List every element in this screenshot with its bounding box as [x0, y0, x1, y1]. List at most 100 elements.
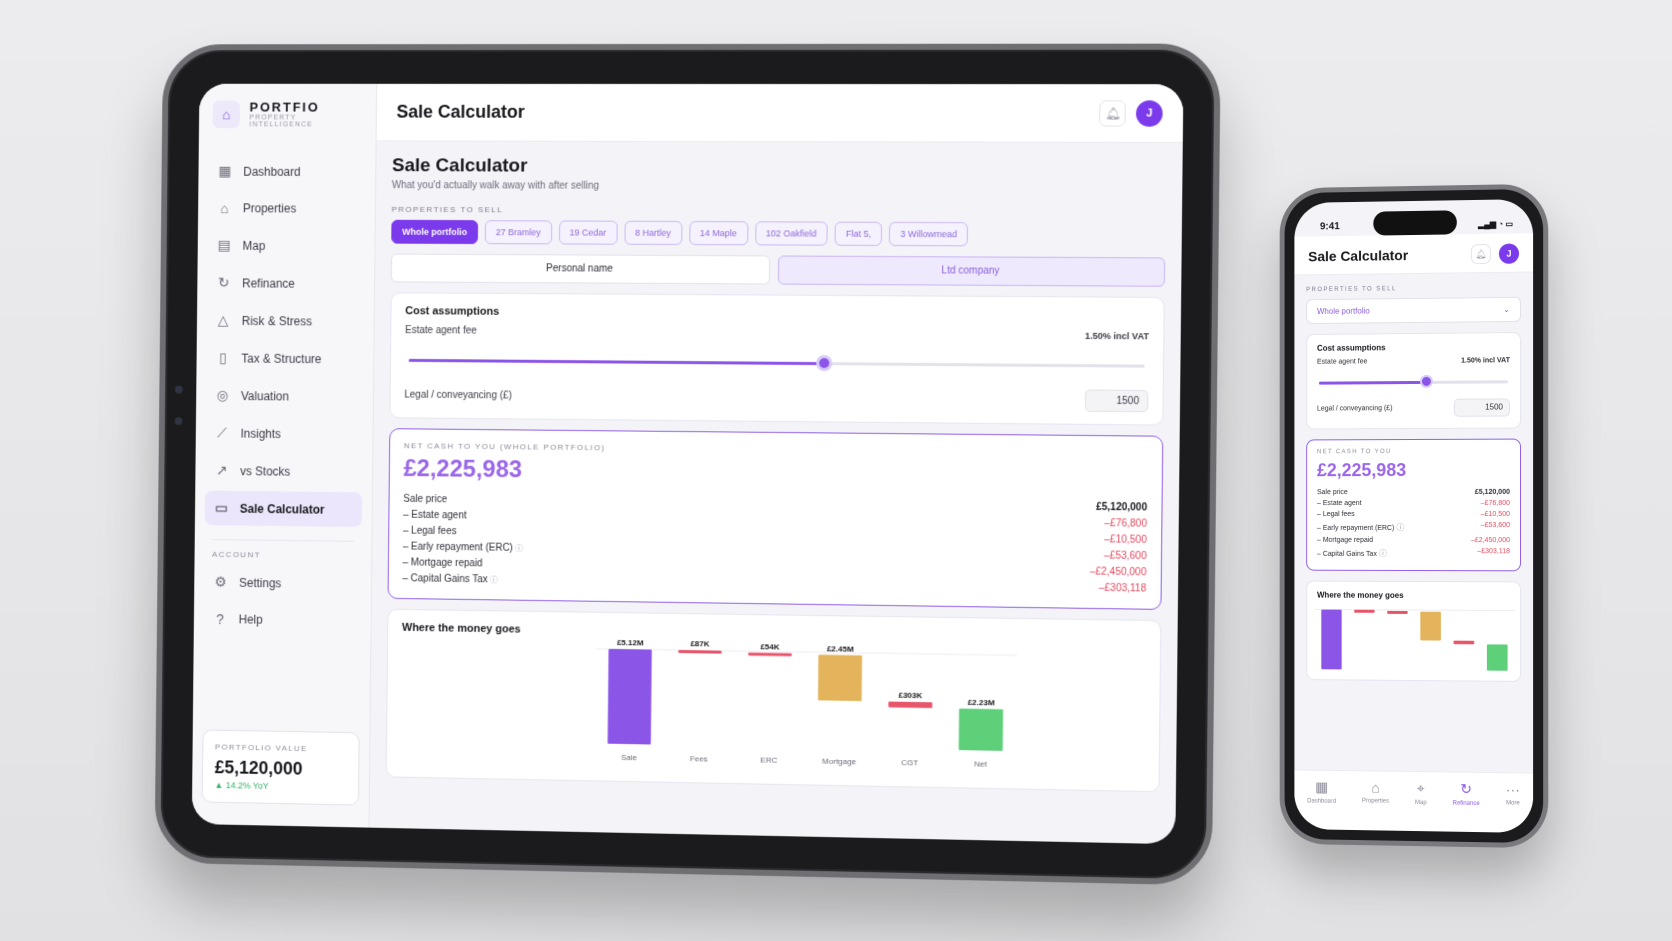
- tab-more[interactable]: ··· More: [1506, 781, 1520, 832]
- properties-label: PROPERTIES TO SELL: [1306, 286, 1397, 294]
- phone-device: 9:41 ▂▄▆ ◔ ▭ Sale Calculator 🔔︎ J PROPER…: [1279, 183, 1549, 849]
- slider-fill: [1318, 380, 1427, 385]
- bell-icon[interactable]: 🔔︎: [1470, 243, 1491, 265]
- breakdown-value: –£303,118: [1477, 548, 1510, 556]
- bar-value-label: £5.12M: [617, 638, 644, 647]
- bar-sale[interactable]: [1321, 609, 1342, 670]
- legal-input[interactable]: 1500: [1084, 389, 1149, 413]
- map-icon: ▤: [217, 236, 231, 253]
- tab-map[interactable]: ⌖ Map: [1415, 780, 1427, 831]
- bell-icon[interactable]: 🔔︎: [1099, 99, 1126, 127]
- info-icon[interactable]: ⓘ: [513, 543, 523, 552]
- property-chip[interactable]: 27 Bramley: [484, 220, 552, 245]
- bar-sale[interactable]: [607, 648, 652, 745]
- sidebar-item-properties[interactable]: ⌂ Properties: [208, 191, 366, 225]
- bar-mortgage[interactable]: [1420, 611, 1441, 641]
- net-cash-card: NET CASH TO YOU (WHOLE PORTFOLIO) £2,225…: [387, 428, 1164, 610]
- sidebar-nav: ▦ Dashboard ⌂ Properties ▤ Map ↻ Refinance △ Risk…: [204, 154, 366, 528]
- property-chip[interactable]: Flat 5,: [834, 221, 883, 246]
- bar-erc[interactable]: [748, 652, 792, 657]
- breakdown-value: –£10,500: [1104, 533, 1147, 546]
- property-chip[interactable]: 102 Oakfield: [754, 221, 828, 246]
- bank-icon: ⌂: [212, 100, 240, 128]
- agent-fee-value: 1.50% incl VAT: [1084, 330, 1150, 341]
- tab-dashboard[interactable]: ▦ Dashboard: [1307, 779, 1336, 830]
- sidebar-item-sale-calculator[interactable]: ▭ Sale Calculator: [204, 490, 363, 528]
- bar-mortgage[interactable]: [817, 654, 863, 702]
- ltd-company-option[interactable]: Ltd company: [777, 255, 1166, 287]
- dynamic-island: [1373, 210, 1457, 236]
- breakdown-label: – Capital Gains Tax: [402, 572, 488, 585]
- phone-screen: 9:41 ▂▄▆ ◔ ▭ Sale Calculator 🔔︎ J PROPER…: [1294, 199, 1534, 833]
- portfolio-value-card: PORTFOLIO VALUE £5,120,000 ▲ 14.2% YoY: [201, 729, 360, 806]
- property-chip[interactable]: Whole portfolio: [391, 219, 479, 245]
- legal-input[interactable]: 1500: [1453, 398, 1510, 417]
- slider-thumb[interactable]: [816, 355, 833, 372]
- breakdown-label: Sale price: [403, 493, 448, 505]
- sidebar-item-help[interactable]: ? Help: [203, 602, 361, 638]
- camera-dot: [174, 417, 183, 426]
- sidebar-item-valuation[interactable]: ◎ Valuation: [206, 378, 364, 414]
- avatar[interactable]: J: [1135, 99, 1163, 127]
- breakdown-lines: Sale price £5,120,000 – Estate agent –£76,8…: [1317, 487, 1510, 561]
- sidebar-item-map[interactable]: ▤ Map: [207, 228, 365, 263]
- sidebar-item-risk-stress[interactable]: △ Risk & Stress: [207, 303, 365, 339]
- signal-wifi-battery-icon: ▂▄▆ ◔ ▭: [1478, 218, 1513, 229]
- chart-card: Where the money goes £5.12M Sale £87K Fees £…: [385, 608, 1162, 793]
- breakdown-label-wrap: – Capital Gains Tax ⓘ: [402, 573, 497, 585]
- sidebar-item-settings[interactable]: ⚙ Settings: [204, 565, 362, 602]
- camera-dot: [174, 385, 183, 394]
- breakdown-line: – Capital Gains Tax ⓘ –£303,118: [1317, 546, 1510, 561]
- bar-net[interactable]: [1486, 644, 1508, 671]
- sidebar-item-vs-stocks[interactable]: ↗ vs Stocks: [205, 453, 363, 489]
- agent-fee-slider[interactable]: [1318, 372, 1508, 391]
- bar-net[interactable]: [958, 708, 1004, 751]
- waterfall-chart: £5.12M Sale £87K Fees £54K ERC £2.45M Mortgage £…: [594, 638, 1068, 769]
- category-label: ERC: [760, 755, 777, 764]
- property-select[interactable]: Whole portfolio ⌄: [1306, 296, 1522, 325]
- bar-value-label: £54K: [760, 642, 780, 651]
- property-chip[interactable]: 14 Maple: [688, 221, 749, 246]
- breakdown-value: –£53,600: [1104, 549, 1147, 562]
- chart-gridline: [595, 649, 1017, 656]
- info-icon[interactable]: ⓘ: [1394, 523, 1405, 532]
- bar-value-label: £87K: [690, 639, 709, 648]
- category-label: CGT: [901, 758, 918, 767]
- sidebar-item-dashboard[interactable]: ▦ Dashboard: [208, 154, 366, 189]
- portfolio-change: ▲ 14.2% YoY: [214, 780, 269, 791]
- sidebar-item-label: Help: [238, 612, 263, 627]
- brand[interactable]: ⌂ PORTFIO PROPERTY INTELLIGENCE: [212, 100, 363, 129]
- ownership-toggle: Personal name Ltd company: [390, 253, 1166, 287]
- breakdown-label: Sale price: [1317, 489, 1348, 497]
- sidebar-item-tax-structure[interactable]: ▯ Tax & Structure: [206, 340, 364, 376]
- sidebar: ⌂ PORTFIO PROPERTY INTELLIGENCE ▦ Dashboa…: [191, 83, 378, 828]
- slider-thumb[interactable]: [1420, 374, 1434, 388]
- agent-fee-slider[interactable]: [408, 348, 1145, 378]
- breakdown-value: –£76,800: [1104, 517, 1148, 530]
- property-chip[interactable]: 19 Cedar: [558, 220, 618, 245]
- breakdown-label: – Estate agent: [403, 509, 467, 521]
- net-cash-card: NET CASH TO YOU £2,225,983 Sale price £5,…: [1306, 438, 1522, 572]
- tab-properties[interactable]: ⌂ Properties: [1362, 779, 1389, 830]
- net-cash-value: £2,225,983: [403, 455, 523, 484]
- legal-label: Legal / conveyancing (£): [1317, 404, 1393, 413]
- account-section-label: ACCOUNT: [212, 539, 354, 561]
- avatar[interactable]: J: [1498, 243, 1520, 264]
- personal-name-option[interactable]: Personal name: [390, 253, 771, 285]
- info-icon[interactable]: ⓘ: [488, 575, 498, 584]
- sidebar-item-insights[interactable]: ⟋ Insights: [205, 416, 363, 452]
- info-icon[interactable]: ⓘ: [1377, 549, 1387, 558]
- slider-fill: [408, 358, 825, 366]
- sidebar-item-refinance[interactable]: ↻ Refinance: [207, 265, 365, 301]
- tab-refinance[interactable]: ↻ Refinance: [1453, 781, 1480, 833]
- bar-erc[interactable]: [1387, 610, 1408, 614]
- sidebar-item-label: Map: [242, 238, 266, 253]
- bar-cgt[interactable]: [888, 701, 933, 709]
- property-chip[interactable]: 3 Willowmead: [889, 221, 969, 247]
- bar-cgt[interactable]: [1453, 640, 1475, 645]
- property-select-value: Whole portfolio: [1317, 306, 1370, 317]
- bar-fees[interactable]: [1354, 609, 1375, 613]
- breakdown-value: –£2,450,000: [1470, 537, 1510, 545]
- property-chip[interactable]: 8 Hartley: [624, 220, 683, 245]
- category-label: Sale: [621, 753, 638, 762]
